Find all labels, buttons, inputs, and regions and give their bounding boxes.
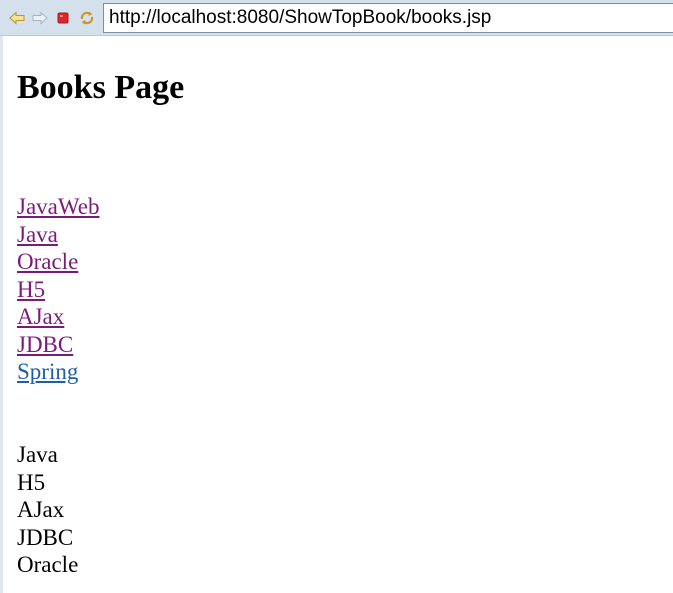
book-link-oracle[interactable]: Oracle — [17, 248, 99, 276]
forward-arrow-icon[interactable] — [31, 8, 49, 28]
top-book-item: AJax — [17, 497, 65, 522]
top-book-item: H5 — [17, 469, 46, 495]
browser-toolbar: http://localhost:8080/ShowTopBook/books.… — [0, 0, 673, 36]
top-book-item: Oracle — [17, 552, 79, 577]
window-left-edge — [0, 0, 3, 593]
stop-icon[interactable] — [54, 8, 72, 28]
book-link-jdbc[interactable]: JDBC — [17, 331, 99, 359]
refresh-icon[interactable] — [78, 8, 96, 28]
page-title: Books Page — [17, 69, 185, 106]
top-books-list: Java H5 AJax JDBC Oracle — [17, 441, 78, 579]
back-arrow-icon[interactable] — [8, 8, 26, 28]
book-link-h5[interactable]: H5 — [17, 276, 99, 304]
top-book-item: JDBC — [17, 524, 74, 550]
page-content: Books Page JavaWeb Java Oracle H5 AJax J… — [17, 66, 657, 577]
book-links-list: JavaWeb Java Oracle H5 AJax JDBC Spring — [17, 193, 99, 386]
book-link-javaweb[interactable]: JavaWeb — [17, 193, 99, 221]
address-bar[interactable]: http://localhost:8080/ShowTopBook/books.… — [103, 3, 673, 33]
url-text: http://localhost:8080/ShowTopBook/books.… — [109, 7, 492, 28]
book-link-ajax[interactable]: AJax — [17, 303, 99, 331]
book-link-spring[interactable]: Spring — [17, 358, 99, 386]
book-link-java[interactable]: Java — [17, 221, 99, 249]
top-book-item: Java — [17, 442, 58, 467]
